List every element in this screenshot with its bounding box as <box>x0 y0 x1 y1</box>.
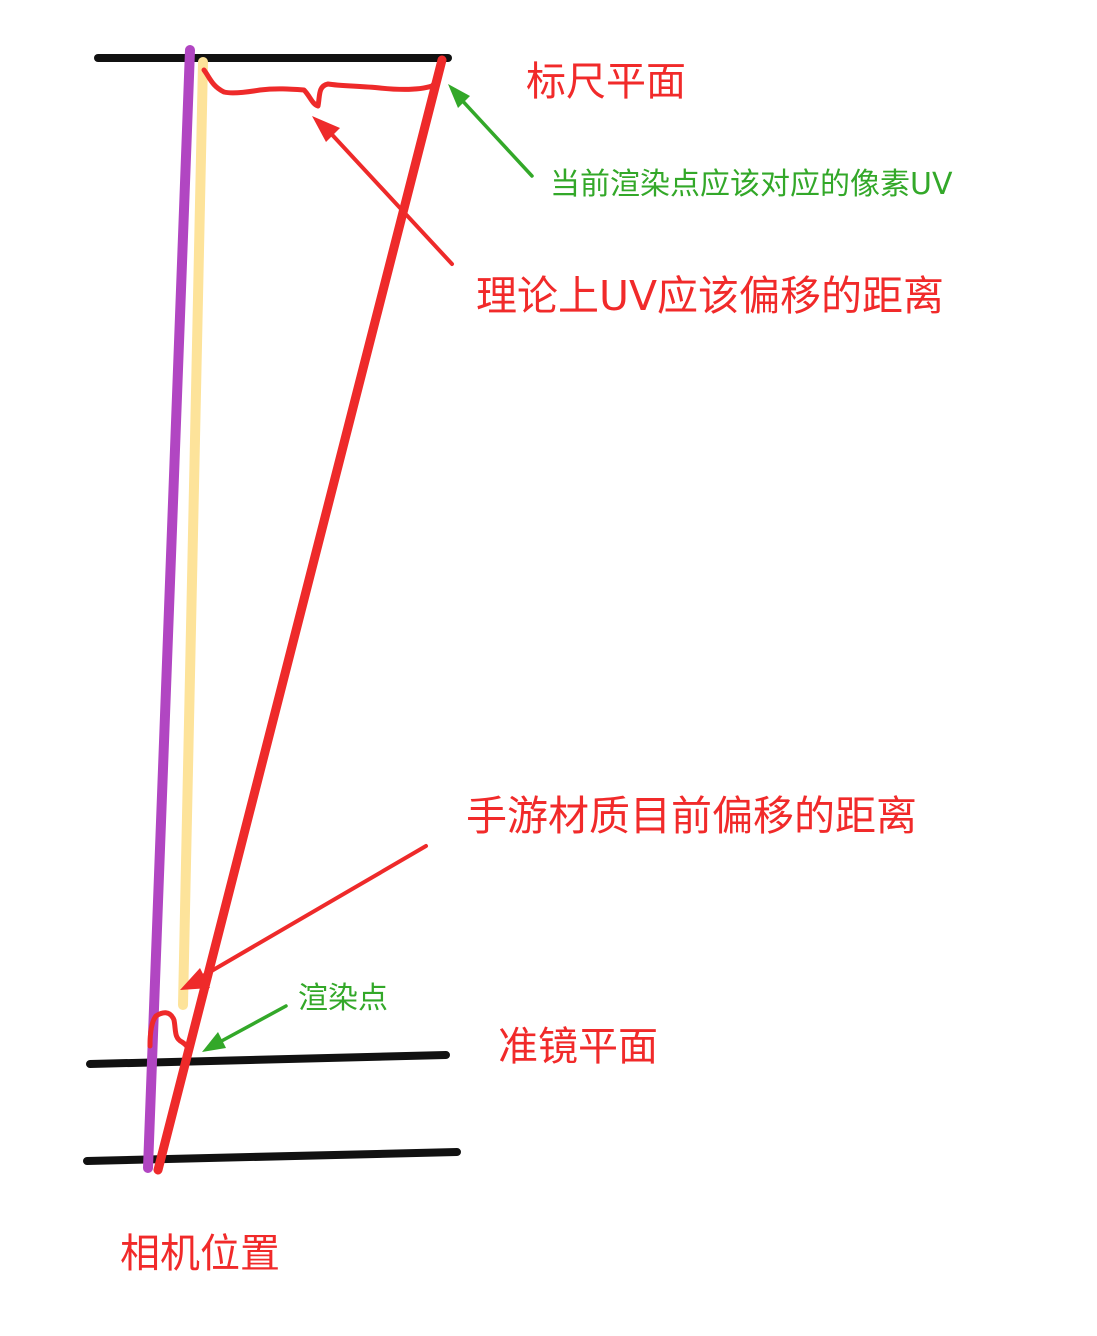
render-point-arrow <box>214 1004 288 1046</box>
camera-plane-line <box>83 1148 461 1165</box>
render-point-label: 渲染点 <box>298 981 388 1016</box>
theoretical-offset-arrow <box>322 124 454 266</box>
focus-plane-line <box>86 1051 450 1068</box>
focus-plane-label: 准镜平面 <box>498 1024 658 1070</box>
mobile-offset-arrow <box>194 844 428 982</box>
theoretical-offset-bracket <box>201 61 445 109</box>
current-uv-arrow <box>456 94 534 178</box>
theoretical-offset-label: 理论上UV应该偏移的距离 <box>476 272 945 320</box>
camera-position-label: 相机位置 <box>120 1231 280 1277</box>
mobile-material-offset-label: 手游材质目前偏移的距离 <box>466 792 917 840</box>
current-pixel-uv-label: 当前渲染点应该对应的像素UV <box>550 167 953 202</box>
render-point-arrowhead <box>202 1032 226 1052</box>
ruler-plane-label: 标尺平面 <box>526 59 686 105</box>
